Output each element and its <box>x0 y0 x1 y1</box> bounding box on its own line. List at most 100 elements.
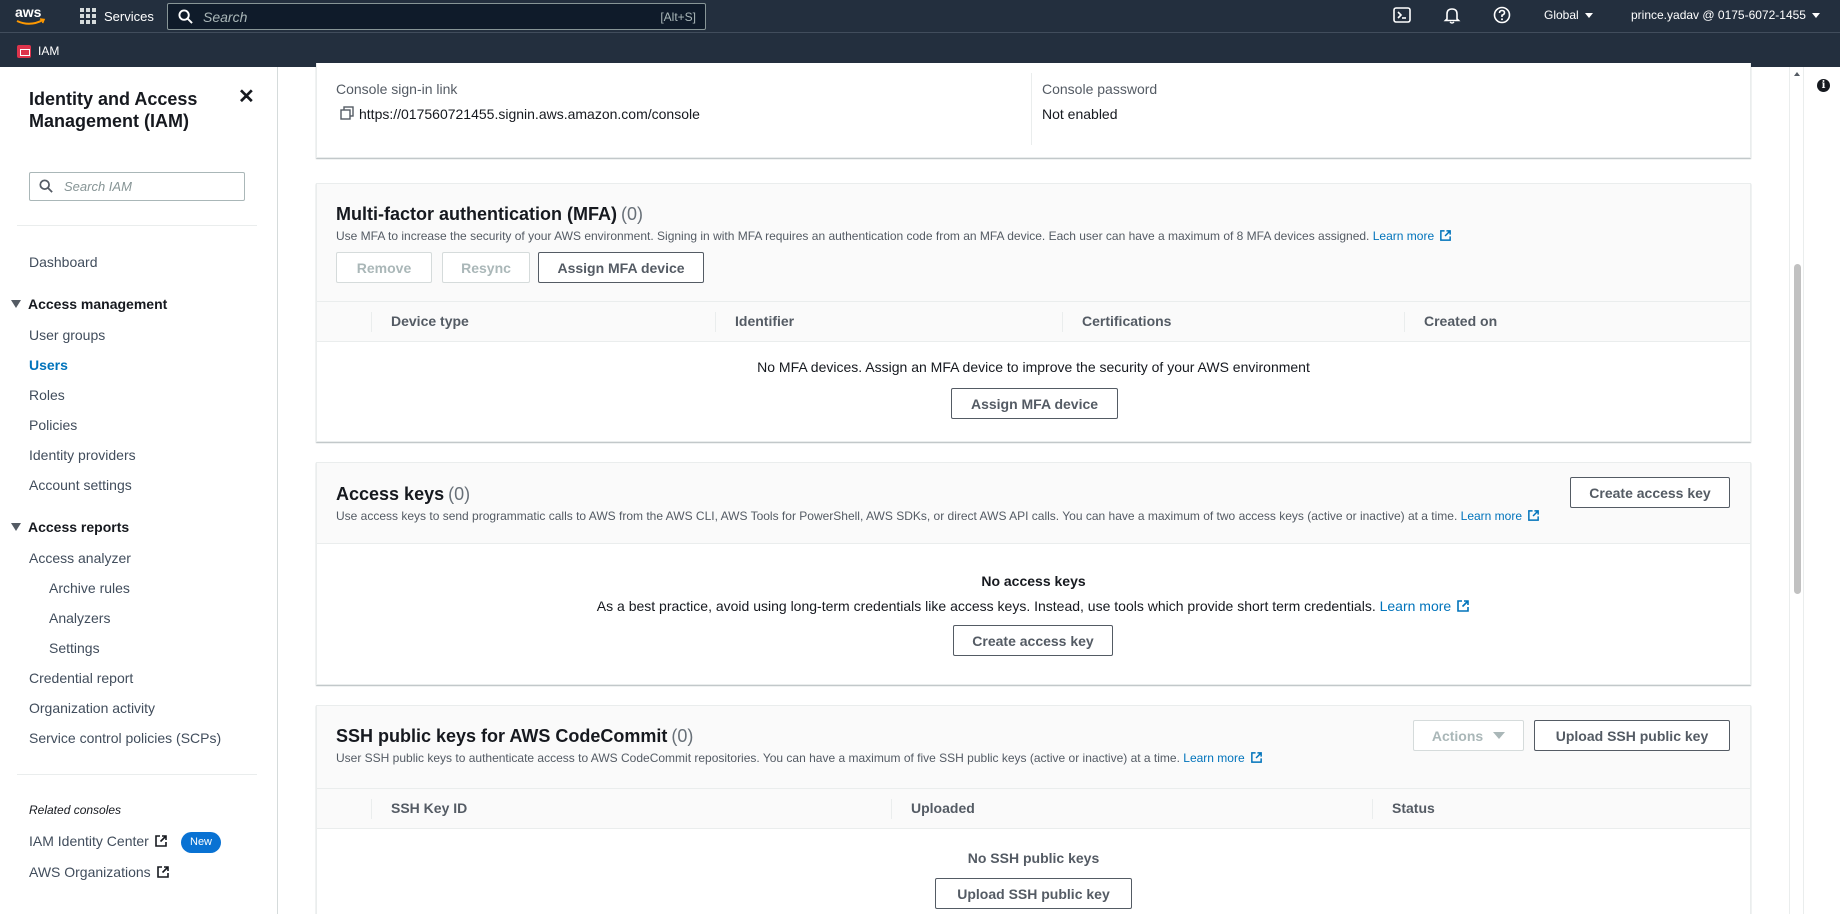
remove-mfa-button[interactable]: Remove <box>336 252 432 283</box>
new-badge: New <box>181 832 222 853</box>
access-keys-description-text: Use access keys to send programmatic cal… <box>336 509 1458 523</box>
column-divider <box>371 799 372 819</box>
learn-more-label: Learn more <box>1460 509 1523 523</box>
sidebar-title[interactable]: Identity and Access Management (IAM) <box>29 88 229 132</box>
column-header-created-on[interactable]: Created on <box>1424 313 1497 329</box>
access-keys-empty-learn-more-link[interactable]: Learn more <box>1380 598 1471 614</box>
external-link-icon <box>156 866 169 878</box>
link-label: IAM Identity Center <box>29 833 149 849</box>
access-keys-learn-more-link[interactable]: Learn more <box>1461 509 1540 523</box>
ssh-keys-count: (0) <box>671 726 694 746</box>
services-menu-button[interactable]: Services <box>80 6 154 26</box>
console-password-value: Not enabled <box>1042 106 1118 122</box>
service-bar: IAM <box>0 32 1840 67</box>
sidebar-item-account-settings[interactable]: Account settings <box>29 477 132 493</box>
search-placeholder: Search <box>203 9 248 25</box>
sidebar-item-scps[interactable]: Service control policies (SCPs) <box>29 730 221 746</box>
actions-dropdown-button[interactable]: Actions <box>1413 720 1524 751</box>
chevron-down-icon <box>1584 12 1593 18</box>
sidebar-link-iam-identity-center[interactable]: IAM Identity Center <box>29 833 168 849</box>
console-signin-url[interactable]: https://017560721455.signin.aws.amazon.c… <box>359 106 700 122</box>
service-favorite-iam[interactable]: IAM <box>17 44 59 58</box>
divider <box>17 225 257 226</box>
column-header-certifications[interactable]: Certifications <box>1082 313 1171 329</box>
no-access-keys-desc-text: As a best practice, avoid using long-ter… <box>596 598 1376 614</box>
assign-mfa-device-empty-button[interactable]: Assign MFA device <box>951 388 1118 419</box>
column-divider <box>1372 799 1373 819</box>
search-icon <box>39 179 53 193</box>
create-access-key-empty-button[interactable]: Create access key <box>953 625 1113 656</box>
learn-more-label: Learn more <box>1183 751 1245 765</box>
help-panel-rail: i <box>1803 67 1840 914</box>
sidebar-search-placeholder: Search IAM <box>64 179 132 194</box>
account-label: prince.yadav @ 0175-6072-1455 <box>1631 8 1806 22</box>
help-icon[interactable] <box>1493 6 1511 26</box>
mfa-description: Use MFA to increase the security of your… <box>336 229 1452 243</box>
sidebar-item-access-analyzer[interactable]: Access analyzer <box>29 550 131 566</box>
copy-icon[interactable] <box>340 106 354 123</box>
ssh-keys-learn-more-link[interactable]: Learn more <box>1183 751 1262 765</box>
mfa-panel: Multi-factor authentication (MFA) (0) Use… <box>316 183 1751 442</box>
sidebar-item-analyzers[interactable]: Analyzers <box>49 610 110 626</box>
create-access-key-button[interactable]: Create access key <box>1570 477 1730 508</box>
access-keys-title-text: Access keys <box>336 484 445 504</box>
search-icon <box>178 9 193 24</box>
svg-text:aws: aws <box>15 4 42 20</box>
cloudshell-icon[interactable] <box>1393 6 1411 26</box>
column-header-identifier[interactable]: Identifier <box>735 313 794 329</box>
column-header-device-type[interactable]: Device type <box>391 313 469 329</box>
column-header-uploaded[interactable]: Uploaded <box>911 800 975 816</box>
account-menu[interactable]: prince.yadav @ 0175-6072-1455 <box>1631 8 1820 22</box>
access-keys-count: (0) <box>448 484 471 504</box>
bell-icon[interactable] <box>1443 6 1461 26</box>
sidebar-item-users[interactable]: Users <box>29 357 68 373</box>
related-consoles-heading: Related consoles <box>29 803 122 817</box>
sidebar-item-archive-rules[interactable]: Archive rules <box>49 580 130 596</box>
resync-mfa-button[interactable]: Resync <box>442 252 530 283</box>
sidebar-item-roles[interactable]: Roles <box>29 387 65 403</box>
external-link-icon <box>1457 600 1470 612</box>
global-search-input[interactable]: Search [Alt+S] <box>167 3 706 30</box>
sidebar-section-access-management[interactable]: Access management <box>11 296 167 312</box>
sidebar-item-policies[interactable]: Policies <box>29 417 77 433</box>
learn-more-label: Learn more <box>1379 598 1452 614</box>
sidebar-item-identity-providers[interactable]: Identity providers <box>29 447 136 463</box>
external-link-icon <box>155 835 167 847</box>
main-scrollbar[interactable] <box>1789 67 1803 914</box>
scrollbar-thumb[interactable] <box>1794 264 1801 594</box>
upload-ssh-public-key-empty-button[interactable]: Upload SSH public key <box>935 878 1132 909</box>
sidebar-link-aws-organizations[interactable]: AWS Organizations <box>29 864 170 880</box>
mfa-empty-message: No MFA devices. Assign an MFA device to … <box>757 359 1310 375</box>
access-keys-header: Access keys (0) Use access keys to send p… <box>317 463 1750 544</box>
aws-logo-icon[interactable]: aws <box>14 4 48 28</box>
mfa-panel-header: Multi-factor authentication (MFA) (0) Use… <box>317 184 1750 302</box>
column-header-ssh-key-id[interactable]: SSH Key ID <box>391 800 467 816</box>
sidebar-section-access-reports[interactable]: Access reports <box>11 519 129 535</box>
scroll-up-icon[interactable] <box>1794 72 1800 76</box>
actions-label: Actions <box>1431 727 1484 744</box>
sidebar-search-input[interactable]: Search IAM <box>29 172 245 201</box>
close-icon[interactable]: ✕ <box>238 87 255 107</box>
column-divider <box>1404 312 1405 332</box>
sidebar-item-organization-activity[interactable]: Organization activity <box>29 700 155 716</box>
region-selector[interactable]: Global <box>1544 8 1593 22</box>
assign-mfa-device-button[interactable]: Assign MFA device <box>538 252 704 283</box>
divider <box>1031 73 1032 145</box>
upload-ssh-public-key-button[interactable]: Upload SSH public key <box>1534 720 1730 751</box>
link-label: AWS Organizations <box>29 864 151 880</box>
caret-down-icon <box>11 300 21 308</box>
mfa-learn-more-link[interactable]: Learn more <box>1373 229 1452 243</box>
region-label: Global <box>1544 8 1579 22</box>
info-icon[interactable]: i <box>1817 79 1830 92</box>
sidebar-item-dashboard[interactable]: Dashboard <box>29 254 98 270</box>
ssh-keys-panel: SSH public keys for AWS CodeCommit (0) Us… <box>316 705 1751 914</box>
mfa-count: (0) <box>620 204 643 224</box>
column-header-status[interactable]: Status <box>1392 800 1435 816</box>
console-access-panel: Console sign-in link https://01756072145… <box>316 63 1751 158</box>
access-keys-panel: Access keys (0) Use access keys to send p… <box>316 462 1751 685</box>
ssh-keys-description-text: User SSH public keys to authenticate acc… <box>336 751 1180 765</box>
sidebar-item-user-groups[interactable]: User groups <box>29 327 105 343</box>
sidebar-item-credential-report[interactable]: Credential report <box>29 670 133 686</box>
sidebar-item-settings[interactable]: Settings <box>49 640 100 656</box>
main-content: Console sign-in link https://01756072145… <box>279 63 1789 914</box>
